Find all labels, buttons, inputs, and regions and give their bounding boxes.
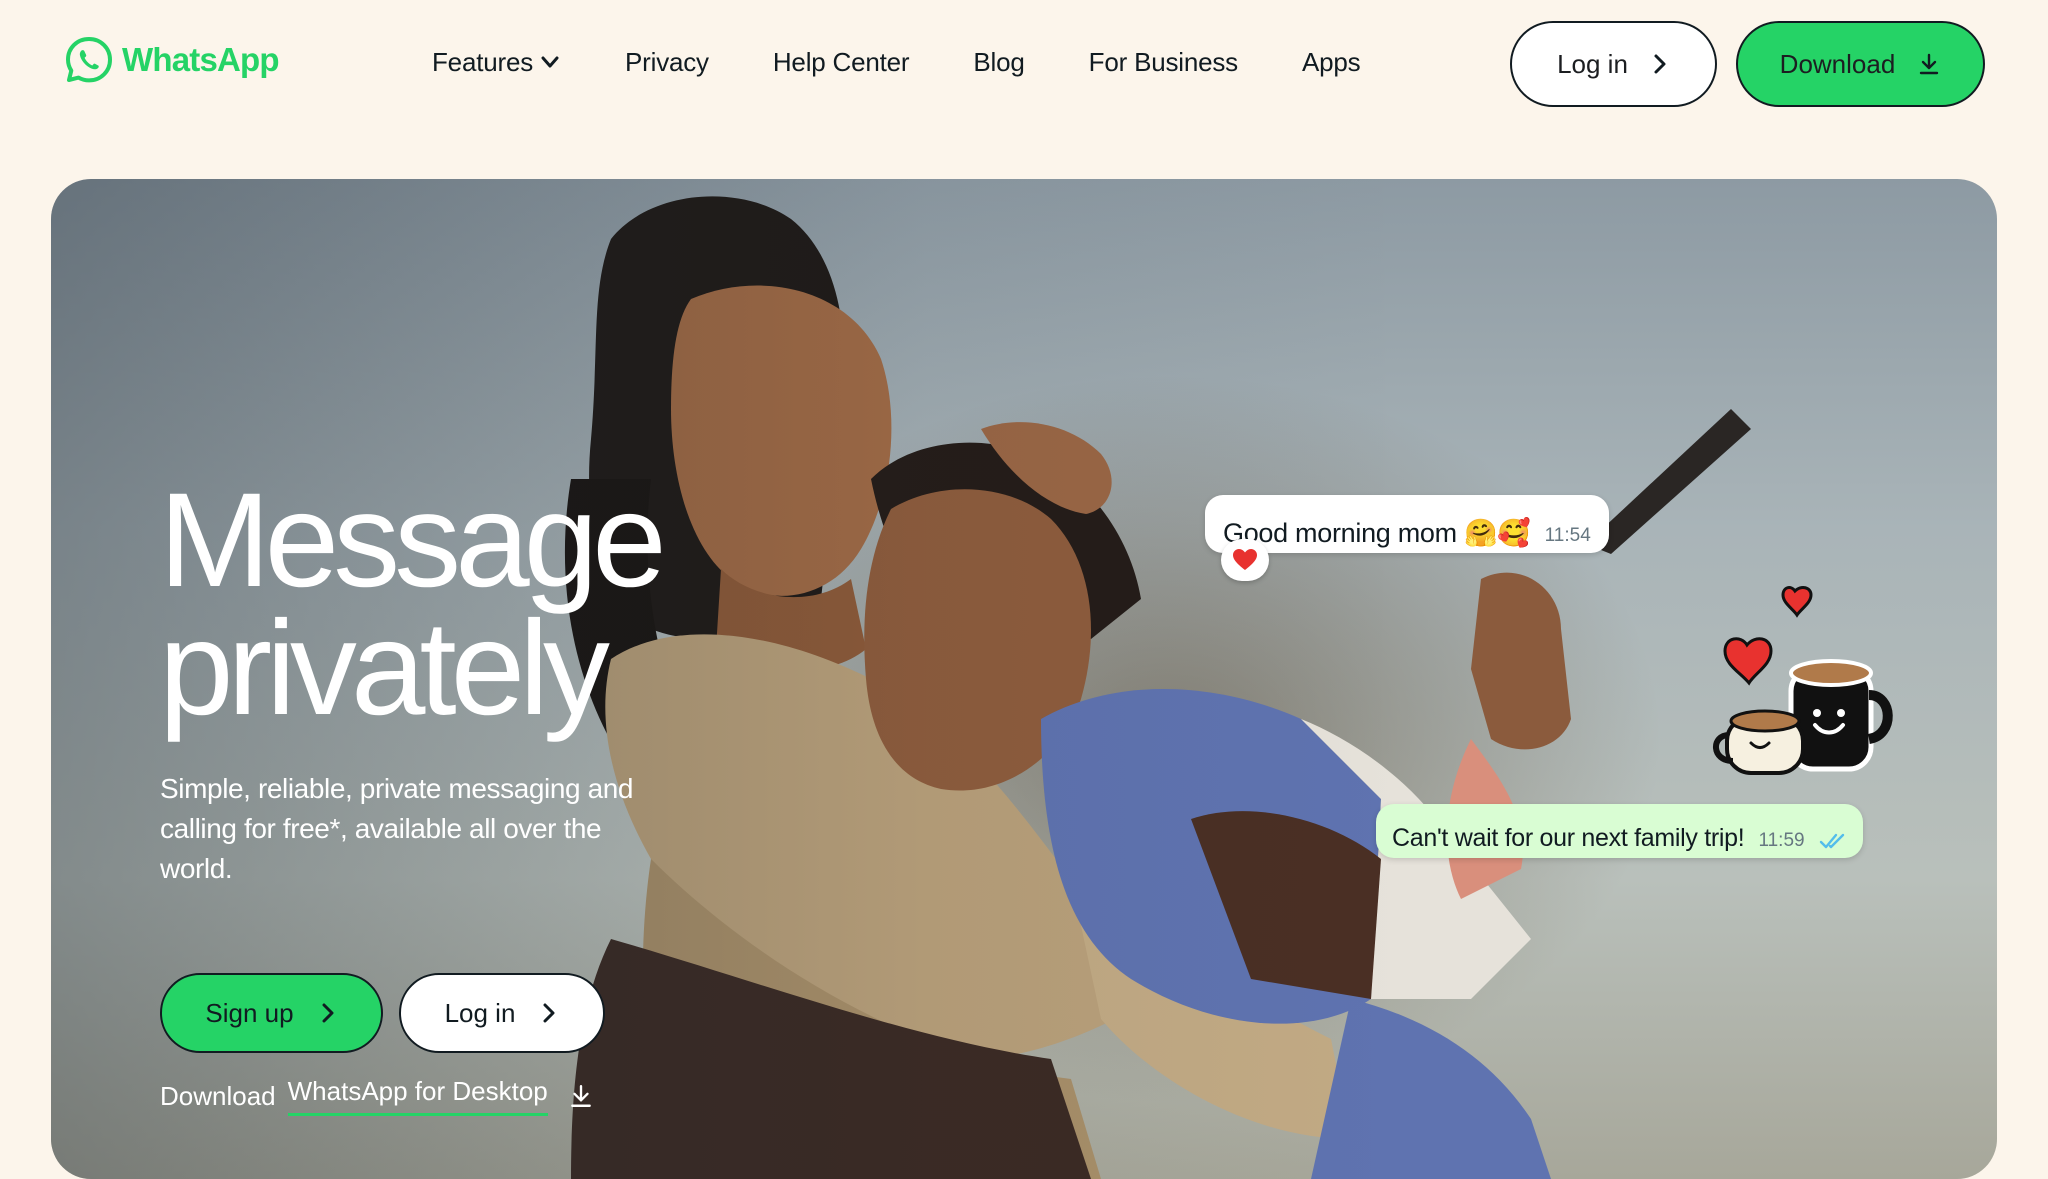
signup-label: Sign up <box>205 997 294 1028</box>
nav-item-features[interactable]: Features <box>432 47 561 78</box>
whatsapp-logo[interactable]: WhatsApp <box>64 34 280 86</box>
nav-item-label: Apps <box>1301 46 1361 77</box>
message-text: Can't wait for our next family trip! <box>1392 824 1745 852</box>
chevron-right-icon <box>322 1003 334 1023</box>
nav-item-label: Help Center <box>772 46 910 77</box>
headline-line-2: privately <box>159 594 610 743</box>
download-icon <box>1920 53 1939 75</box>
login-label: Log in <box>444 997 516 1028</box>
hero-subtitle: Simple, reliable, private messaging and … <box>160 773 634 884</box>
whatsapp-logo-icon <box>66 37 112 83</box>
chat-bubble-incoming: Good morning mom 🤗🥰 11:54 <box>1205 495 1609 553</box>
headline-line-1: Message <box>159 466 667 615</box>
nav-item-help-center[interactable]: Help Center <box>773 47 910 78</box>
heart-icon <box>1233 549 1257 570</box>
hero-headline: Message privately <box>159 466 667 743</box>
nav-links: Features Privacy Help Center Blog For Bu… <box>432 42 1361 82</box>
double-check-read-icon <box>1819 833 1844 849</box>
chevron-down-icon <box>541 56 559 68</box>
chat-bubble-outgoing: Can't wait for our next family trip! 11:… <box>1376 804 1863 858</box>
message-time: 11:54 <box>1544 525 1591 546</box>
chevron-right-icon <box>1654 54 1666 74</box>
nav-item-label: Privacy <box>625 46 709 77</box>
coffee-mugs-sticker <box>1713 586 1893 775</box>
nav-item-label: Features <box>432 46 534 77</box>
nav-item-label: Blog <box>973 46 1025 77</box>
brand-name: WhatsApp <box>122 41 280 78</box>
signup-button[interactable]: Sign up <box>160 973 383 1053</box>
nav-item-label: For Business <box>1088 46 1239 77</box>
top-navigation: WhatsApp Features Privacy Help Center Bl… <box>0 0 2048 125</box>
header-login-button[interactable]: Log in <box>1510 21 1717 107</box>
heart-reaction <box>1221 539 1269 581</box>
message-time: 11:59 <box>1758 830 1805 851</box>
nav-item-privacy[interactable]: Privacy <box>625 47 709 78</box>
nav-item-apps[interactable]: Apps <box>1301 46 1361 78</box>
message-text: Good morning mom 🤗🥰 <box>1223 518 1531 548</box>
nav-item-for-business[interactable]: For Business <box>1088 46 1239 78</box>
hero-section: Message privately Simple, reliable, priv… <box>51 179 1997 1179</box>
desktop-download-link[interactable]: WhatsApp for Desktop <box>287 1076 548 1116</box>
header-download-button[interactable]: Download <box>1736 21 1985 107</box>
hero-login-button[interactable]: Log in <box>399 973 605 1053</box>
chevron-right-icon <box>543 1003 555 1023</box>
desktop-download-row: Download WhatsApp for Desktop <box>160 1076 594 1116</box>
download-prefix: Download <box>160 1080 276 1111</box>
nav-item-blog[interactable]: Blog <box>973 47 1024 78</box>
download-label: Download <box>1779 48 1896 79</box>
emoji-text: 🤗🥰 <box>1464 518 1531 548</box>
download-icon[interactable] <box>568 1083 594 1109</box>
login-label: Log in <box>1557 48 1628 79</box>
